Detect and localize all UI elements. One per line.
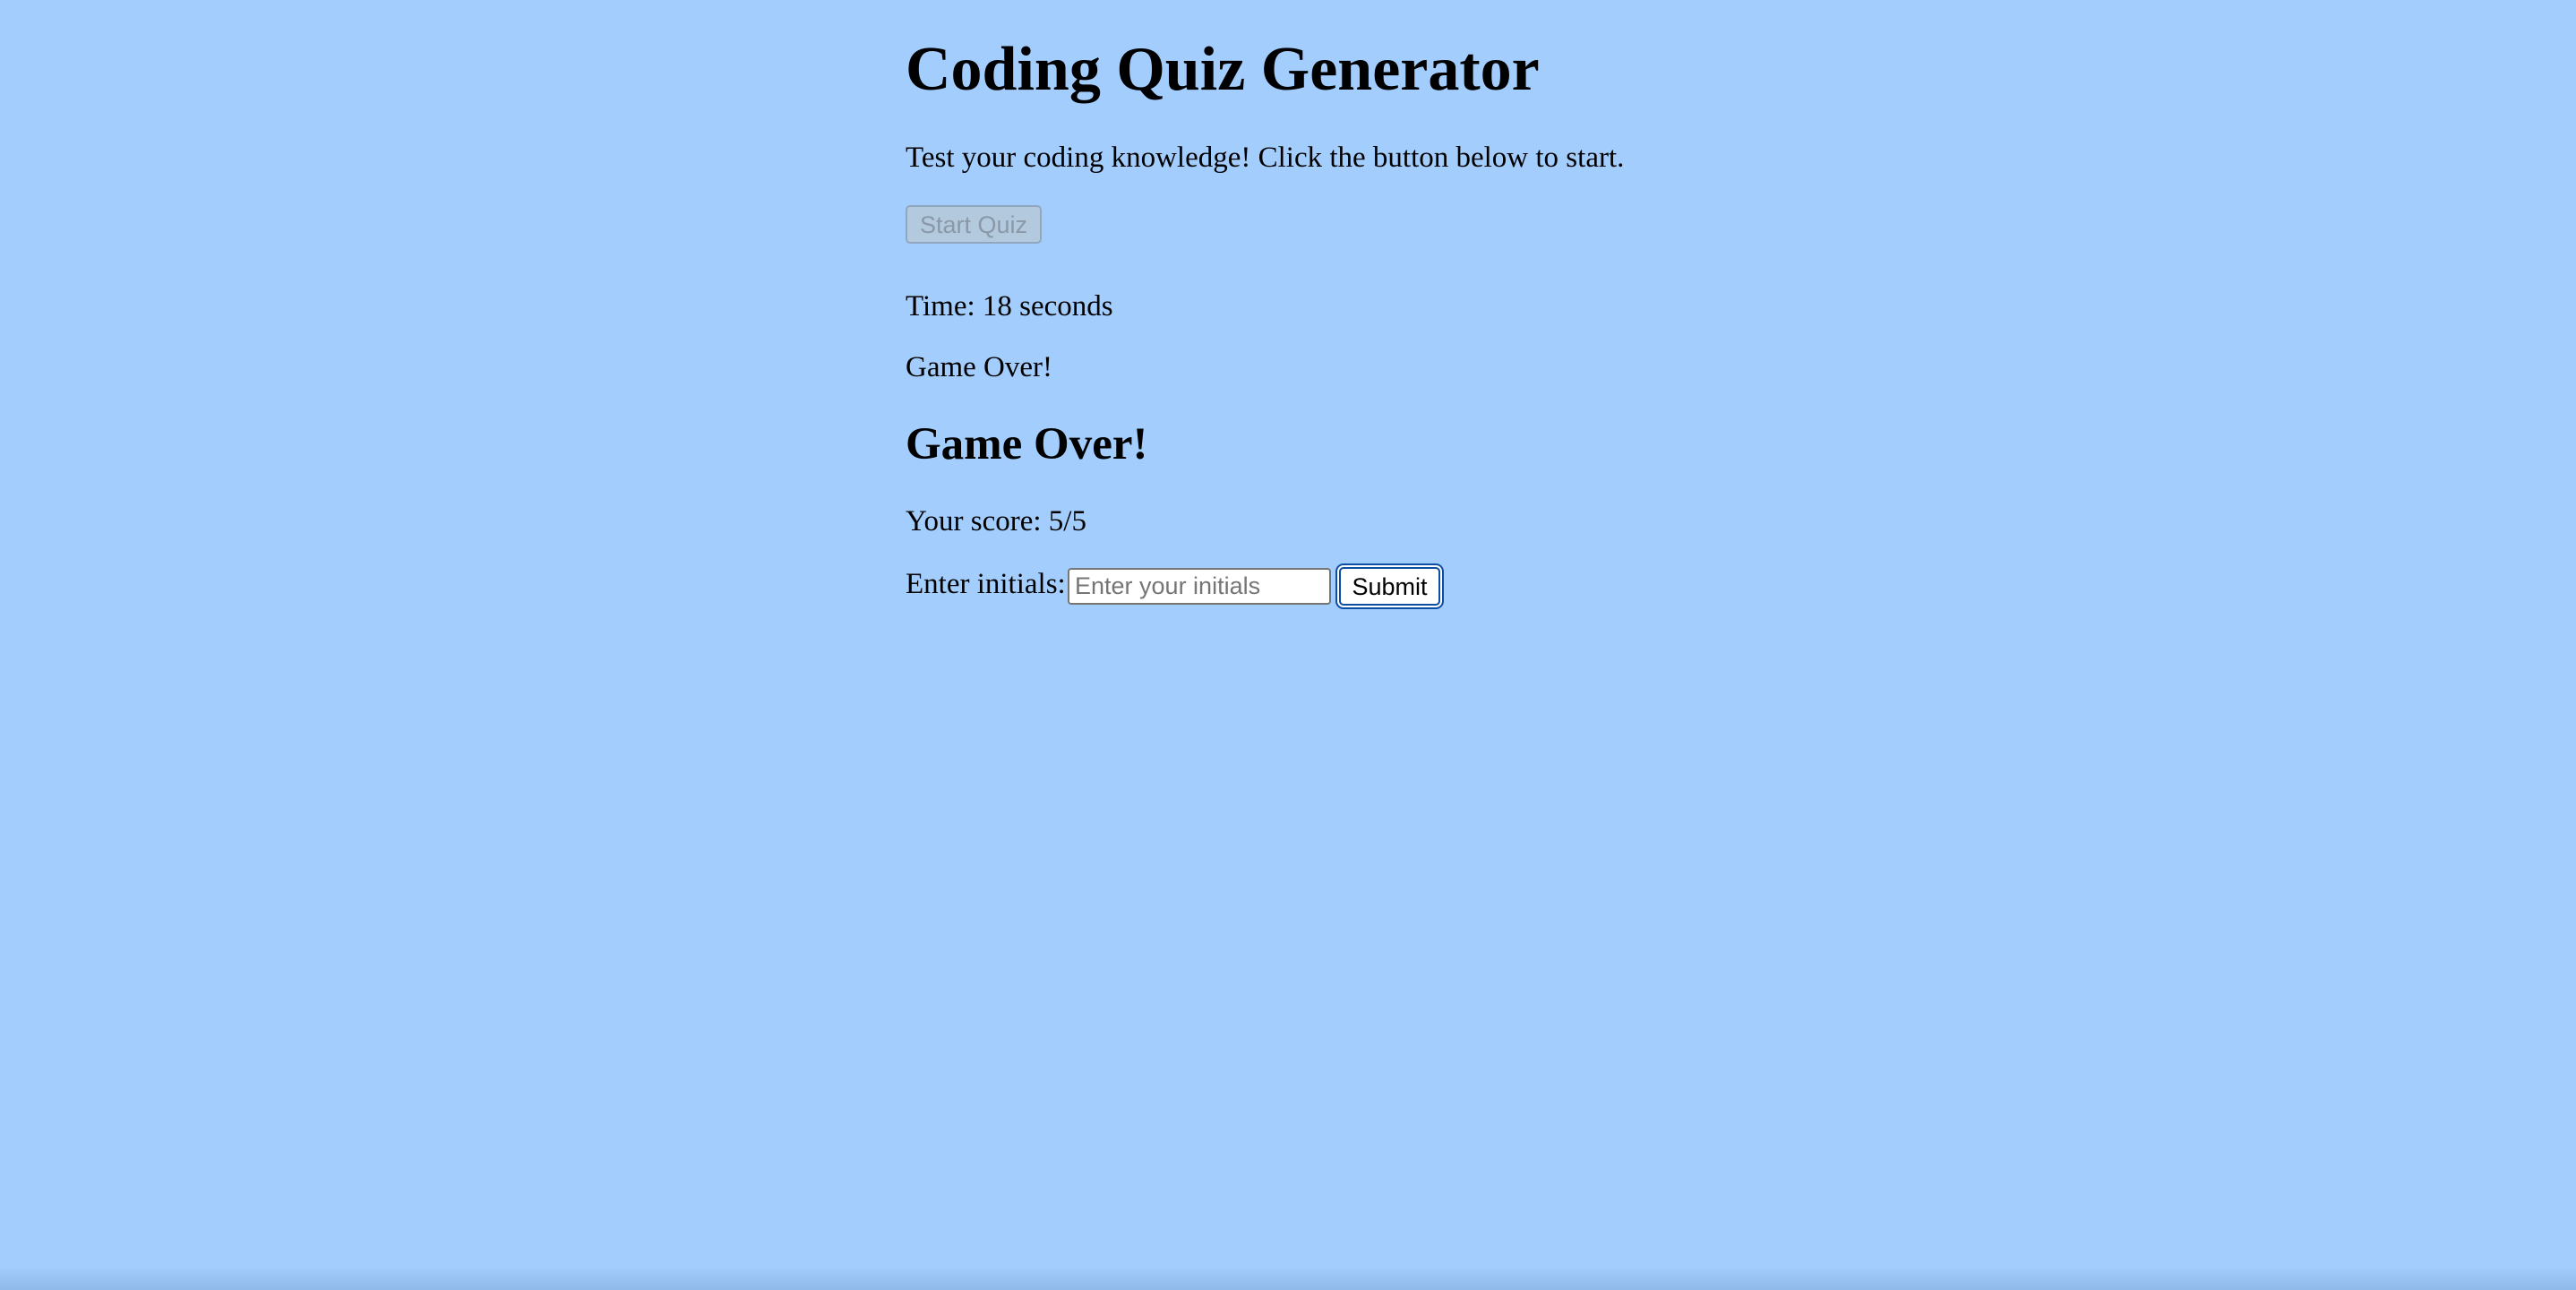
game-over-heading: Game Over! bbox=[906, 419, 1148, 469]
timer-text: Time: 18 seconds bbox=[906, 290, 1113, 322]
start-quiz-button[interactable]: Start Quiz bbox=[906, 205, 1042, 244]
page-title: Coding Quiz Generator bbox=[906, 35, 1540, 104]
intro-text: Test your coding knowledge! Click the bu… bbox=[906, 142, 1625, 174]
window-bottom-shadow bbox=[0, 1267, 2576, 1290]
score-text: Your score: 5/5 bbox=[906, 505, 1086, 538]
initials-input[interactable] bbox=[1068, 568, 1331, 605]
initials-label: Enter initials: bbox=[906, 568, 1066, 600]
status-text: Game Over! bbox=[906, 351, 1053, 383]
submit-button[interactable]: Submit bbox=[1339, 567, 1440, 606]
